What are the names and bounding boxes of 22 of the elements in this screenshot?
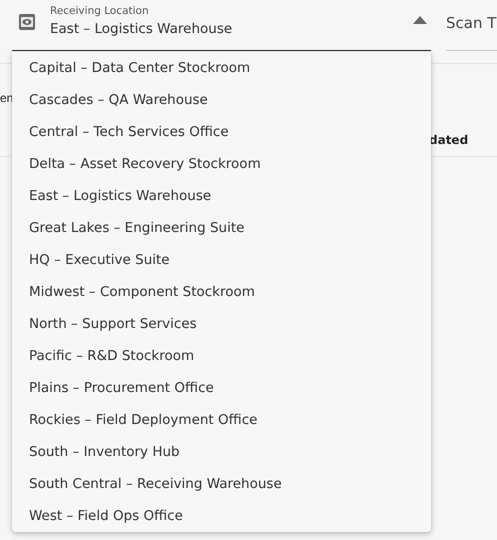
menu-option[interactable]: North – Support Services — [12, 308, 431, 340]
menu-option[interactable]: Delta – Asset Recovery Stockroom — [12, 148, 431, 180]
menu-option[interactable]: Midwest – Component Stockroom — [12, 276, 431, 308]
field-value: East – Logistics Warehouse — [50, 20, 232, 39]
menu-option[interactable]: Great Lakes – Engineering Suite — [12, 212, 431, 244]
column-header: dated — [429, 133, 468, 147]
field-label: Scan T — [446, 13, 496, 33]
eye-icon — [18, 13, 36, 31]
menu-option[interactable]: Central – Tech Services Office — [12, 116, 431, 148]
location-select[interactable]: Receiving Location East – Logistics Warehouse — [12, 0, 431, 51]
menu-option[interactable]: West – Field Ops Office — [12, 500, 431, 532]
menu-option[interactable]: South – Inventory Hub — [12, 436, 431, 468]
menu-option[interactable]: HQ – Executive Suite — [12, 244, 431, 276]
menu-option[interactable]: Capital – Data Center Stockroom — [12, 52, 431, 84]
menu-option[interactable]: Plains – Procurement Office — [12, 372, 431, 404]
menu-option[interactable]: Pacific – R&D Stockroom — [12, 340, 431, 372]
field-label: Receiving Location — [50, 4, 150, 19]
scan-field[interactable]: Scan T — [446, 0, 497, 51]
menu-option[interactable]: East – Logistics Warehouse — [12, 180, 431, 212]
menu-option[interactable]: South Central – Receiving Warehouse — [12, 468, 431, 500]
menu-option[interactable]: Rockies – Field Deployment Office — [12, 404, 431, 436]
menu-option[interactable]: Cascades – QA Warehouse — [12, 84, 431, 116]
